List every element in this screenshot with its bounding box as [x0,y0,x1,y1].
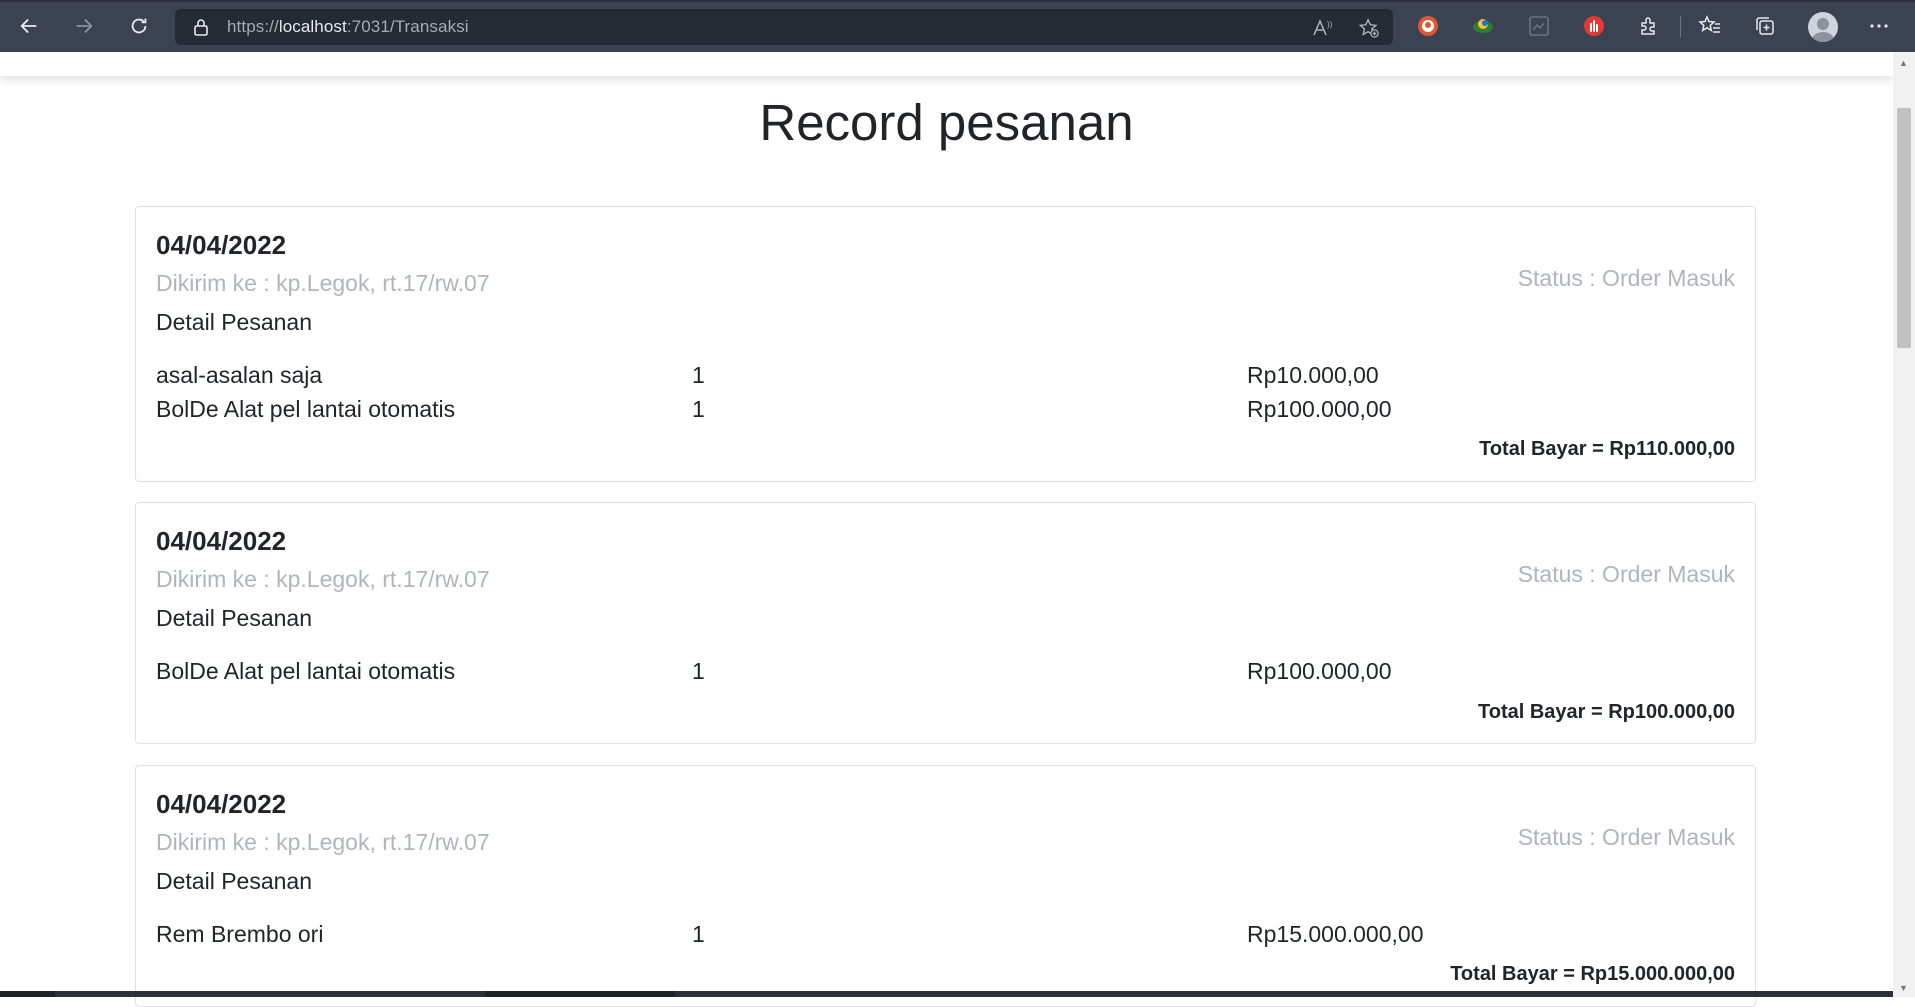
refresh-button[interactable] [124,11,154,41]
site-navbar [0,52,1893,76]
bottom-edge [0,991,1893,997]
more-icon[interactable] [1866,13,1892,39]
toolbar-divider [1680,16,1681,38]
order-card: 04/04/2022 Dikirim ke : kp.Legok, rt.17/… [135,765,1756,1007]
lock-icon[interactable] [193,17,211,37]
duckduckgo-icon[interactable] [1415,13,1441,39]
detail-label: Detail Pesanan [156,605,312,631]
item-name: Rem Brembo ori [156,921,324,947]
order-status: Status : Order Masuk [1517,561,1735,587]
order-status: Status : Order Masuk [1517,824,1735,850]
shipping-address: Dikirim ke : kp.Legok, rt.17/rw.07 [156,829,490,855]
bottom-edge-segment [0,991,55,997]
order-card: 04/04/2022 Dikirim ke : kp.Legok, rt.17/… [135,206,1756,482]
item-name: asal-asalan saja [156,362,323,388]
item-price: Rp100.000,00 [1247,658,1392,684]
url-host: localhost [278,17,347,36]
profile-avatar-icon[interactable] [1808,12,1838,42]
browser-toolbar: https://localhost:7031/Transaksi )) [0,0,1915,52]
tab-strip-edge [0,0,1915,2]
back-button[interactable] [14,11,44,41]
item-price: Rp100.000,00 [1247,396,1392,422]
order-date: 04/04/2022 [156,789,287,819]
page-scrollbar[interactable]: ▲ ▼ [1893,52,1915,997]
item-qty: 1 [692,396,705,422]
arrow-right-icon [76,18,93,34]
item-qty: 1 [692,658,705,684]
detail-label: Detail Pesanan [156,868,312,894]
shipping-address: Dikirim ke : kp.Legok, rt.17/rw.07 [156,270,490,296]
forward-button[interactable] [69,11,99,41]
bottom-edge-segment [485,991,675,997]
favorites-icon[interactable] [1697,13,1723,39]
arrow-left-icon [20,18,37,34]
order-total: Total Bayar = Rp100.000,00 [1478,701,1735,723]
order-date: 04/04/2022 [156,526,287,556]
puzzle-icon[interactable] [1636,13,1662,39]
address-bar[interactable]: https://localhost:7031/Transaksi )) [175,9,1393,45]
order-total: Total Bayar = Rp110.000,00 [1479,438,1735,460]
order-status: Status : Order Masuk [1517,265,1735,291]
item-name: BolDe Alat pel lantai otomatis [156,658,456,684]
order-card: 04/04/2022 Dikirim ke : kp.Legok, rt.17/… [135,502,1756,744]
scroll-thumb[interactable] [1897,108,1911,348]
grid-extension-icon[interactable] [1526,13,1552,39]
shipping-address: Dikirim ke : kp.Legok, rt.17/rw.07 [156,566,490,592]
refresh-icon [131,18,147,34]
item-qty: 1 [692,921,705,947]
item-qty: 1 [692,362,705,388]
item-price: Rp10.000,00 [1247,362,1379,388]
read-aloud-icon[interactable]: )) [1312,17,1334,39]
order-date: 04/04/2022 [156,230,287,260]
url-text[interactable]: https://localhost:7031/Transaksi [227,17,469,37]
page-title: Record pesanan [759,94,1134,151]
detail-label: Detail Pesanan [156,309,312,335]
collections-icon[interactable] [1752,13,1778,39]
item-price: Rp15.000.000,00 [1247,921,1424,947]
hand-extension-icon[interactable] [1581,13,1607,39]
url-prefix: https:// [227,17,279,36]
order-item: BolDe Alat pel lantai otomatis 1 Rp100.0… [156,658,1736,688]
star-plus-icon[interactable] [1358,17,1380,39]
item-name: BolDe Alat pel lantai otomatis [156,396,456,422]
globe-extension-icon[interactable] [1470,13,1496,39]
url-path: :7031/Transaksi [346,17,469,36]
scroll-down-arrow-icon[interactable]: ▼ [1899,983,1908,993]
scroll-up-arrow-icon[interactable]: ▲ [1899,58,1908,68]
svg-text:)): )) [1327,20,1333,29]
order-item: Rem Brembo ori 1 Rp15.000.000,00 [156,921,1736,951]
order-total: Total Bayar = Rp15.000.000,00 [1450,963,1735,985]
order-item: asal-asalan saja 1 Rp10.000,00 [156,362,1736,392]
order-item: BolDe Alat pel lantai otomatis 1 Rp100.0… [156,396,1736,426]
